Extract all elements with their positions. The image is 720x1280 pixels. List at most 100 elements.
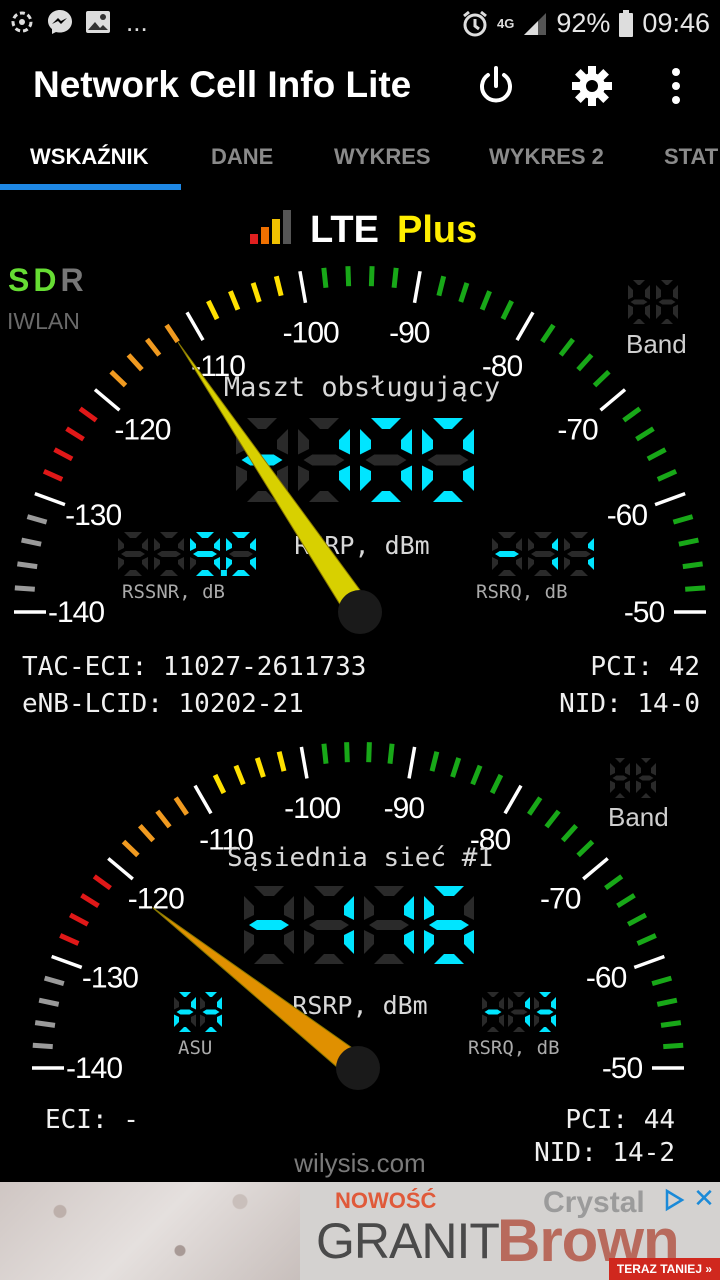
ad-banner[interactable]: NOWOŚĆ GRANIT Brown Crystal ✕ TERAZ TANI…	[0, 1182, 720, 1280]
major-tick	[599, 388, 627, 412]
major-tick	[193, 784, 213, 815]
scale-label: -60	[607, 499, 648, 532]
scale-label: -70	[557, 413, 598, 446]
app-bar: Network Cell Info Lite	[0, 50, 720, 124]
power-icon[interactable]	[474, 64, 518, 108]
tab-stat[interactable]: STAT	[664, 144, 718, 170]
neighbor-asu-label: ASU	[178, 1037, 212, 1059]
needle-hub	[336, 1046, 380, 1090]
footer-site[interactable]: wilysis.com	[0, 1148, 720, 1179]
battery-icon	[619, 9, 634, 37]
major-tick	[515, 311, 535, 341]
status-bar: ... 4G 92% 09:46	[0, 0, 720, 50]
ad-close-icon[interactable]: ✕	[692, 1185, 716, 1211]
minor-tick	[138, 824, 156, 843]
minor-tick	[345, 266, 352, 287]
minor-tick	[656, 468, 678, 482]
major-tick	[107, 857, 134, 881]
scale-label: -90	[384, 792, 425, 825]
tac-eci: TAC-ECI: 11027-2611733	[22, 652, 367, 682]
scale-label: -120	[114, 413, 170, 446]
minor-tick	[78, 406, 98, 423]
serving-pci: PCI: 42	[590, 652, 700, 682]
neighbor-asu-display	[174, 992, 222, 1032]
tab-wskaznik[interactable]: WSKAŹNIK	[30, 144, 149, 170]
serving-rssnr-display	[118, 532, 256, 576]
major-tick	[407, 746, 417, 779]
minor-tick	[685, 585, 706, 592]
tab-wykres[interactable]: WYKRES	[334, 144, 431, 170]
ad-image	[0, 1182, 300, 1280]
neighbor-title: Sąsiednia sieć #1	[227, 843, 493, 873]
minor-tick	[604, 874, 624, 891]
gear-icon[interactable]	[570, 64, 614, 108]
battery-percent: 92%	[556, 8, 611, 38]
minor-tick	[155, 809, 172, 829]
minor-tick	[489, 773, 504, 795]
overflow-notifications: ...	[126, 7, 148, 37]
minor-tick	[646, 447, 667, 462]
minor-tick	[233, 764, 246, 786]
minor-tick	[368, 266, 375, 287]
minor-tick	[38, 997, 60, 1007]
minor-tick	[470, 764, 483, 786]
scale-label: -100	[284, 792, 340, 825]
minor-tick	[660, 1020, 682, 1028]
serving-gauge: -140-130-120-110-100 -90-80-70-60-50Maszt…	[14, 266, 706, 634]
minor-tick	[321, 743, 329, 764]
scale-label: -130	[65, 499, 121, 532]
major-tick	[185, 311, 205, 341]
minor-tick	[635, 426, 655, 442]
neighbor-band-label: Band	[608, 802, 669, 832]
minor-tick	[17, 561, 38, 570]
serving-rsrq-label: RSRQ, dB	[476, 581, 568, 603]
minor-tick	[273, 275, 284, 297]
minor-tick	[68, 912, 89, 927]
minor-tick	[344, 742, 350, 763]
major-tick	[582, 857, 609, 881]
minor-tick	[450, 757, 462, 778]
scale-label: -50	[602, 1052, 643, 1085]
scale-label: -70	[540, 882, 581, 915]
ad-new: NOWOŚĆ	[335, 1188, 437, 1213]
minor-tick	[206, 299, 220, 321]
tab-wykres-2[interactable]: WYKRES 2	[489, 144, 604, 170]
ad-cta[interactable]: TERAZ TANIEJ »	[608, 1258, 720, 1280]
minor-tick	[527, 796, 543, 816]
minor-tick	[173, 796, 189, 816]
neighbor-eci: ECI: -	[45, 1105, 139, 1135]
minor-tick	[228, 290, 241, 311]
neighbor-gauge: -140-130-120-110-100 -90-80-70-60-50Sąsie…	[32, 742, 684, 1090]
minor-tick	[436, 275, 447, 297]
minor-tick	[366, 742, 372, 763]
major-tick	[412, 270, 422, 304]
neighbor-rsrp-unit: RSRP, dBm	[292, 991, 427, 1020]
minor-tick	[627, 912, 648, 927]
minor-tick	[121, 839, 140, 858]
minor-tick	[576, 353, 594, 372]
ad-granit: GRANIT	[316, 1213, 500, 1269]
minor-tick	[622, 406, 642, 423]
minor-tick	[560, 824, 578, 843]
serving-rssnr-label: RSSNR, dB	[122, 581, 225, 603]
image-icon	[86, 11, 110, 33]
major-tick	[299, 746, 309, 779]
tab-dane[interactable]: DANE	[211, 144, 273, 170]
minor-tick	[656, 997, 678, 1007]
minor-tick	[592, 369, 611, 388]
minor-tick	[21, 537, 42, 547]
more-vert-icon[interactable]	[654, 64, 698, 108]
adchoices-icon[interactable]	[662, 1188, 686, 1212]
major-tick	[93, 388, 121, 412]
minor-tick	[126, 353, 144, 372]
major-tick	[34, 492, 66, 507]
minor-tick	[254, 757, 266, 778]
minor-tick	[59, 933, 80, 946]
scale-label: -90	[389, 316, 430, 349]
minor-tick	[429, 751, 440, 772]
minor-tick	[479, 290, 492, 311]
scale-label: -60	[586, 962, 627, 995]
ad-crystal: Crystal	[543, 1186, 645, 1219]
cast-icon	[11, 11, 33, 33]
major-tick	[654, 492, 686, 507]
